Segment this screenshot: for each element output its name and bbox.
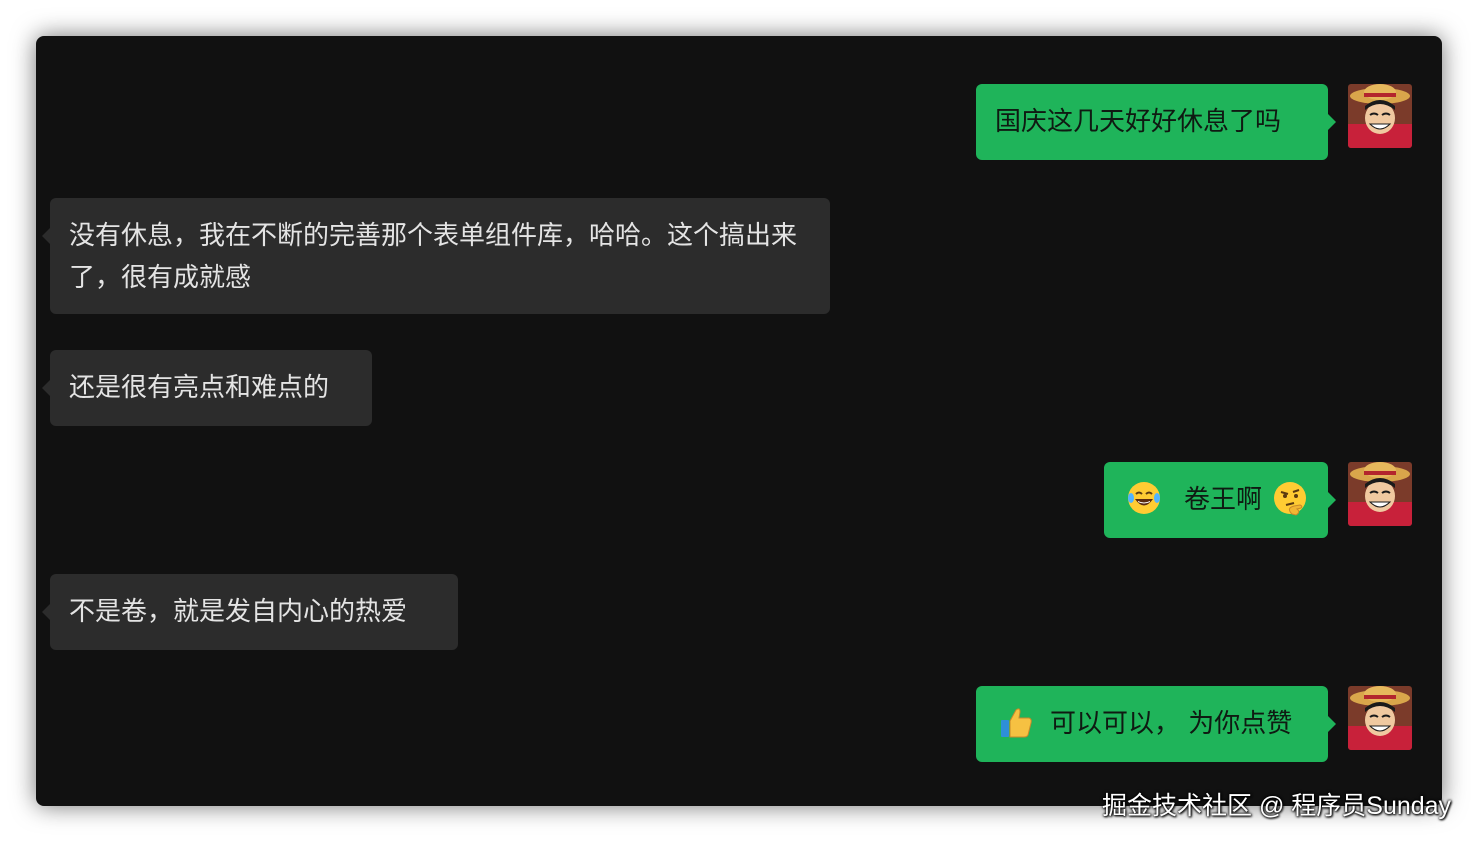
avatar[interactable] [1348, 686, 1412, 750]
message-text: 不是卷，就是发自内心的热爱 [69, 597, 408, 627]
thumbs-up-emoji-icon [1001, 707, 1032, 737]
message-bubble-outgoing[interactable]: 可以可以， 为你点赞 [976, 686, 1336, 762]
thinking-face-emoji-icon [1274, 481, 1307, 516]
message-bubble-incoming[interactable]: 不是卷，就是发自内心的热爱 [42, 574, 458, 650]
message-text: 可以可以， 为你点赞 [1050, 709, 1293, 739]
straw-hat-character-avatar-icon [1348, 84, 1412, 148]
straw-hat-character-avatar-icon [1348, 686, 1412, 750]
message-bubble-incoming[interactable]: 没有休息，我在不断的完善那个表单组件库，哈哈。这个搞出来了，很有成就感 [42, 198, 830, 314]
laughing-tears-emoji-icon [1128, 481, 1160, 514]
avatar[interactable] [1348, 84, 1412, 148]
straw-hat-character-avatar-icon [1348, 462, 1412, 526]
message-text: 还是很有亮点和难点的 [69, 373, 330, 403]
message-bubble-incoming[interactable]: 还是很有亮点和难点的 [42, 350, 372, 426]
watermark: 掘金技术社区 @ 程序员Sunday [1102, 792, 1452, 820]
message-text: 卷王啊 [1184, 485, 1263, 515]
message-bubble-outgoing[interactable]: 国庆这几天好好休息了吗 [976, 84, 1336, 160]
message-text: 没有休息，我在不断的完善那个表单组件库，哈哈。这个搞出来了，很有成就感 [69, 221, 798, 293]
message-bubble-outgoing[interactable]: 卷王啊 [1104, 462, 1336, 538]
chat-window: 国庆这几天好好休息了吗 没有休息，我在不断的完善那个表单组件库，哈哈。这个搞出来… [36, 36, 1442, 806]
avatar[interactable] [1348, 462, 1412, 526]
message-text: 国庆这几天好好休息了吗 [995, 107, 1282, 137]
